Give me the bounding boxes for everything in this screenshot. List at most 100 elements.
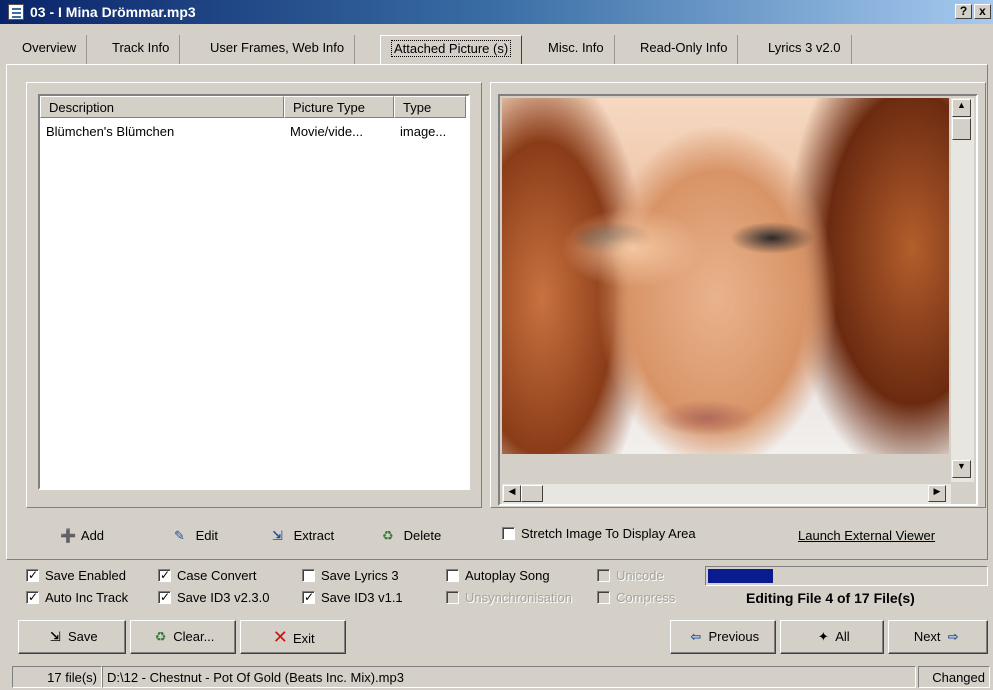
compress-label: Compress [616, 590, 676, 605]
column-type[interactable]: Type [394, 96, 466, 118]
autoplay-song-box[interactable] [446, 569, 459, 582]
delete-icon: ♻ [382, 528, 394, 543]
extract-icon: ⇲ [272, 528, 283, 543]
add-button[interactable]: ➕ Add [60, 524, 104, 548]
tab-user-frames[interactable]: User Frames, Web Info [200, 35, 356, 65]
stretch-image-label: Stretch Image To Display Area [521, 526, 696, 541]
auto-inc-track-box[interactable] [26, 589, 39, 605]
left-arrow-icon: ⇦ [690, 629, 702, 644]
clear-label: Clear... [173, 629, 215, 644]
document-icon [8, 4, 24, 20]
add-icon: ➕ [60, 528, 77, 543]
next-button[interactable]: Next ⇨ [888, 620, 988, 654]
progress-bar [705, 566, 988, 586]
save-disk-icon: ⇲ [49, 629, 61, 644]
case-convert-label: Case Convert [177, 568, 257, 583]
edit-icon: ✎ [174, 528, 185, 543]
save-id3-v230-label: Save ID3 v2.3.0 [177, 590, 270, 605]
save-id3-v11-checkbox[interactable]: Save ID3 v1.1 [302, 589, 403, 608]
clear-icon: ♻ [154, 629, 167, 644]
next-label: Next [913, 629, 941, 644]
save-id3-v11-box[interactable] [302, 589, 315, 605]
scroll-up-icon[interactable]: ▲ [952, 99, 971, 117]
delete-button[interactable]: ♻ Delete [382, 524, 441, 548]
save-id3-v230-box[interactable] [158, 589, 171, 605]
exit-button[interactable]: ✕ Exit [240, 620, 346, 654]
case-convert-checkbox[interactable]: Case Convert [158, 567, 257, 586]
tab-track-info[interactable]: Track Info [102, 35, 181, 65]
exit-x-icon: ✕ [272, 627, 288, 647]
unicode-checkbox: Unicode [597, 568, 664, 586]
image-preview: ▲ ▼ ◀ ▶ [498, 94, 978, 506]
scroll-right-icon[interactable]: ▶ [928, 485, 946, 502]
progress-fill [708, 569, 773, 583]
tab-attached-picture[interactable]: Attached Picture (s) [380, 35, 523, 65]
save-id3-v11-label: Save ID3 v1.1 [321, 590, 403, 605]
status-changed: Changed [918, 666, 990, 688]
compress-checkbox: Compress [597, 590, 675, 608]
row-description[interactable]: Blümchen's Blümchen [46, 124, 174, 139]
horizontal-scrollbar[interactable]: ◀ ▶ [502, 484, 951, 504]
launch-external-viewer-button[interactable]: Launch External Viewer [798, 528, 935, 543]
unicode-label: Unicode [616, 568, 664, 583]
all-label: All [835, 629, 850, 644]
save-enabled-label: Save Enabled [45, 568, 126, 583]
all-button[interactable]: ✦ All [780, 620, 884, 654]
picture-list[interactable]: Description Picture Type Type Blümchen's… [38, 94, 470, 490]
status-file-path: D:\12 - Chestnut - Pot Of Gold (Beats In… [102, 666, 916, 688]
tab-misc-info[interactable]: Misc. Info [538, 35, 615, 65]
help-button[interactable]: ? [955, 4, 972, 19]
hscroll-thumb[interactable] [521, 485, 543, 502]
close-button[interactable]: x [974, 4, 991, 19]
attached-picture-image [502, 98, 949, 454]
column-picture-type[interactable]: Picture Type [284, 96, 394, 118]
stretch-image-box[interactable] [502, 527, 515, 540]
auto-inc-track-label: Auto Inc Track [45, 590, 129, 605]
edit-label: Edit [195, 528, 219, 543]
tab-attached-picture-label: Attached Picture (s) [391, 40, 512, 57]
extract-button[interactable]: ⇲ Extract [272, 524, 334, 548]
save-lyrics3-label: Save Lyrics 3 [321, 568, 399, 583]
save-lyrics3-checkbox[interactable]: Save Lyrics 3 [302, 568, 399, 586]
right-arrow-icon: ⇨ [947, 629, 959, 644]
tab-overview[interactable]: Overview [12, 35, 88, 65]
title-bar: 03 - I Mina Drömmar.mp3 ? x [0, 0, 993, 24]
edit-button[interactable]: ✎ Edit [174, 524, 218, 548]
case-convert-box[interactable] [158, 567, 171, 583]
tab-lyrics3[interactable]: Lyrics 3 v2.0 [758, 35, 852, 65]
previous-button[interactable]: ⇦ Previous [670, 620, 776, 654]
autoplay-song-checkbox[interactable]: Autoplay Song [446, 568, 550, 586]
add-label: Add [80, 528, 105, 543]
status-file-count: 17 file(s) [12, 666, 102, 688]
save-button[interactable]: ⇲ Save [18, 620, 126, 654]
save-enabled-box[interactable] [26, 567, 39, 583]
row-type[interactable]: image... [400, 124, 446, 139]
unsynchronisation-checkbox: Unsynchronisation [446, 590, 572, 608]
scroll-left-icon[interactable]: ◀ [503, 485, 521, 502]
exit-label: Exit [292, 631, 315, 646]
scroll-down-icon[interactable]: ▼ [952, 460, 971, 478]
unsynchronisation-box [446, 591, 459, 604]
editing-status: Editing File 4 of 17 File(s) [746, 590, 915, 606]
delete-label: Delete [403, 528, 442, 543]
scroll-thumb[interactable] [952, 118, 971, 140]
row-picture-type[interactable]: Movie/vide... [290, 124, 363, 139]
extract-label: Extract [293, 528, 335, 543]
unicode-box [597, 569, 610, 582]
tab-read-only-info[interactable]: Read-Only Info [630, 35, 739, 65]
all-icon: ✦ [817, 629, 829, 644]
compress-box [597, 591, 610, 604]
save-enabled-checkbox[interactable]: Save Enabled [26, 567, 126, 586]
save-label: Save [67, 629, 98, 644]
window-title: 03 - I Mina Drömmar.mp3 [30, 4, 196, 20]
column-description[interactable]: Description [40, 96, 284, 118]
save-id3-v230-checkbox[interactable]: Save ID3 v2.3.0 [158, 589, 270, 608]
stretch-image-checkbox[interactable]: Stretch Image To Display Area [502, 526, 696, 544]
clear-button[interactable]: ♻ Clear... [130, 620, 236, 654]
vertical-scrollbar[interactable]: ▲ ▼ [951, 98, 974, 482]
autoplay-song-label: Autoplay Song [465, 568, 550, 583]
unsynchronisation-label: Unsynchronisation [465, 590, 572, 605]
auto-inc-track-checkbox[interactable]: Auto Inc Track [26, 589, 129, 608]
save-lyrics3-box[interactable] [302, 569, 315, 582]
previous-label: Previous [708, 629, 760, 644]
